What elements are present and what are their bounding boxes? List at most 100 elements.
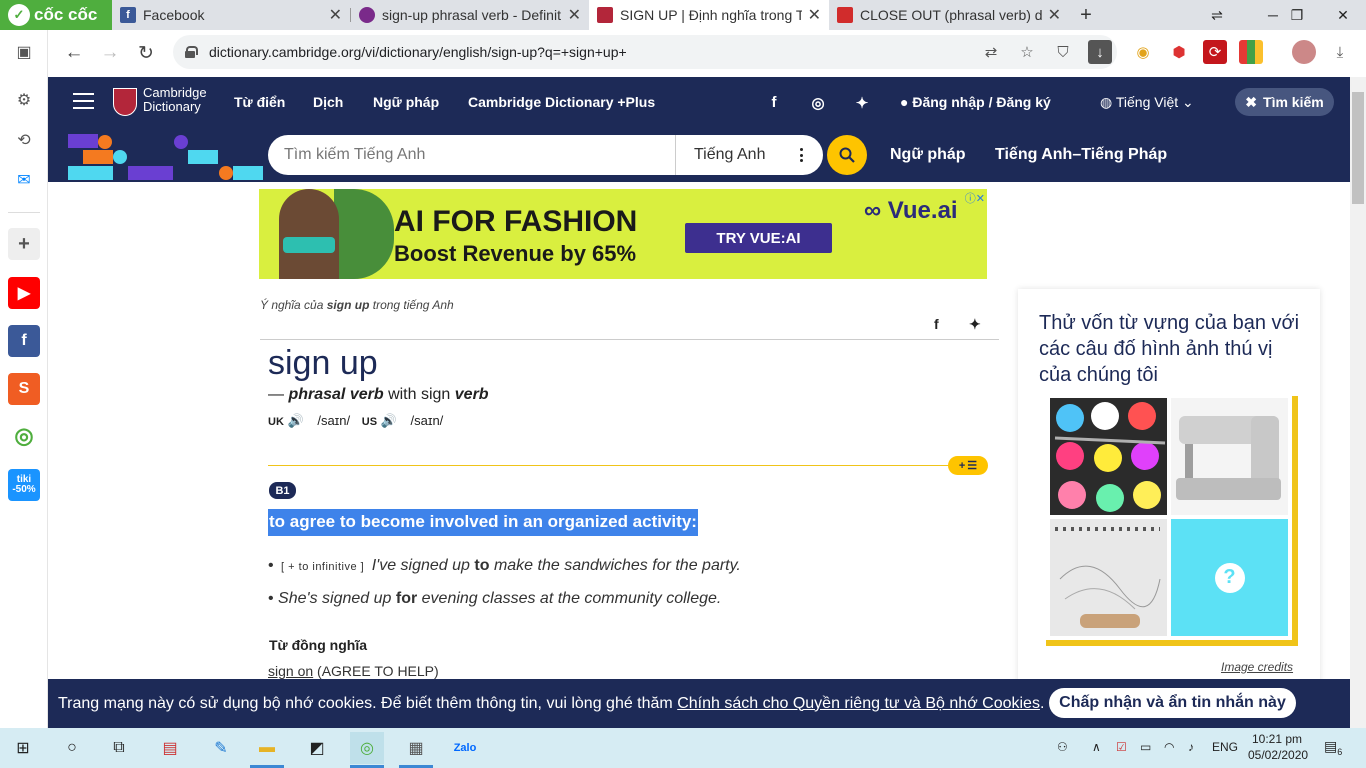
twitter-icon[interactable]: ✦ bbox=[853, 94, 871, 112]
nav-plus[interactable]: Cambridge Dictionary +Plus bbox=[468, 94, 655, 110]
close-tab-icon[interactable]: ✕ bbox=[808, 5, 821, 25]
taskbar-coccoc-icon[interactable]: ◎ bbox=[350, 732, 384, 764]
facebook-app-icon[interactable]: f bbox=[8, 325, 40, 357]
facebook-icon[interactable]: f bbox=[765, 94, 783, 111]
tray-chevron-icon[interactable]: ∧ bbox=[1092, 740, 1101, 754]
search-toggle-button[interactable]: ✖ Tìm kiếm bbox=[1235, 88, 1334, 116]
restore-icon[interactable]: ❐ bbox=[1274, 0, 1320, 30]
quiz-image-grid[interactable]: ? bbox=[1046, 394, 1292, 640]
breadcrumb-suffix: trong tiếng Anh bbox=[372, 298, 454, 312]
share-twitter-icon[interactable]: ✦ bbox=[969, 316, 981, 333]
quiz-title[interactable]: Thử vốn từ vựng của bạn với các câu đố h… bbox=[1039, 310, 1304, 388]
sidebar-toggle-icon[interactable]: ▣ bbox=[10, 38, 38, 66]
windows-start-icon[interactable]: ⊞ bbox=[6, 732, 40, 764]
accept-cookies-button[interactable]: Chấp nhận và ẩn tin nhắn này bbox=[1049, 688, 1296, 718]
advertisement-banner[interactable]: AI FOR FASHION Boost Revenue by 65% TRY … bbox=[259, 189, 987, 279]
share-facebook-icon[interactable]: f bbox=[934, 316, 939, 332]
dictionary-selector[interactable]: Tiếng Anh bbox=[675, 135, 823, 175]
ad-choices-icon[interactable]: ⓘ✕ bbox=[965, 190, 985, 206]
download-icon[interactable]: ↓ bbox=[1088, 40, 1112, 64]
coccoc-menu-button[interactable]: ✓ cốc cốc bbox=[0, 0, 112, 30]
tab-close-out[interactable]: CLOSE OUT (phrasal verb) def ✕ bbox=[829, 0, 1069, 30]
cambridge-favicon-icon bbox=[597, 7, 613, 23]
adblock-icon[interactable]: ⬢ bbox=[1167, 40, 1191, 64]
pos-label: phrasal verb bbox=[288, 386, 384, 403]
forward-icon[interactable]: → bbox=[95, 38, 125, 68]
taskbar-app-paint-icon[interactable]: ✎ bbox=[204, 732, 238, 764]
ad-cta-button[interactable]: TRY VUE:AI bbox=[685, 223, 832, 253]
back-icon[interactable]: ← bbox=[59, 38, 89, 68]
ad-swimsuit-graphic bbox=[283, 237, 335, 253]
nav-dictionary[interactable]: Từ điển bbox=[234, 94, 285, 110]
file-explorer-icon[interactable]: ▬ bbox=[250, 732, 284, 764]
task-view-icon[interactable]: ⧉ bbox=[102, 732, 136, 764]
add-app-icon[interactable]: + bbox=[8, 228, 40, 260]
extension-red-icon[interactable]: ⟳ bbox=[1203, 40, 1227, 64]
messenger-icon[interactable]: ✉ bbox=[10, 166, 38, 194]
history-icon[interactable]: ⟲ bbox=[10, 126, 38, 154]
address-bar[interactable]: dictionary.cambridge.org/vi/dictionary/e… bbox=[173, 35, 1117, 69]
tab-sign-up-definition[interactable]: sign-up phrasal verb - Definit ✕ bbox=[351, 0, 589, 30]
add-to-wordlist-button[interactable]: + ☰ bbox=[948, 456, 988, 475]
facebook-favicon-icon: f bbox=[120, 7, 136, 23]
translate-icon[interactable]: ⇄ bbox=[979, 40, 1003, 64]
synonym-link[interactable]: sign on bbox=[268, 663, 313, 679]
volume-icon[interactable]: ♪ bbox=[1188, 740, 1194, 754]
uk-audio-icon[interactable]: 🔊 bbox=[288, 413, 304, 428]
login-link[interactable]: ● Đăng nhập / Đăng ký bbox=[900, 94, 1051, 110]
quiz-image-paints[interactable] bbox=[1050, 398, 1167, 515]
quiz-image-sewing-machine[interactable] bbox=[1171, 398, 1288, 515]
system-clock[interactable]: 10:21 pm 05/02/2020 bbox=[1248, 731, 1308, 763]
people-icon[interactable]: ⚇ bbox=[1057, 740, 1068, 754]
nav-grammar[interactable]: Ngữ pháp bbox=[373, 94, 439, 110]
quiz-image-sketchbook[interactable] bbox=[1050, 519, 1167, 636]
language-selector[interactable]: ◍ Tiếng Việt ⌄ bbox=[1100, 94, 1194, 111]
antivirus-icon[interactable]: ☑ bbox=[1116, 740, 1127, 754]
battery-icon[interactable]: ▭ bbox=[1140, 740, 1151, 754]
taskbar-app-gallery-icon[interactable]: ▦ bbox=[399, 732, 433, 764]
bookmark-star-icon[interactable]: ☆ bbox=[1015, 40, 1039, 64]
cambridge-crest-logo[interactable] bbox=[113, 88, 137, 116]
settings-icon[interactable]: ⚙ bbox=[10, 86, 38, 114]
tab-facebook[interactable]: f Facebook ✕ bbox=[112, 0, 350, 30]
search-button[interactable] bbox=[827, 135, 867, 175]
band-link-grammar[interactable]: Ngữ pháp bbox=[890, 146, 966, 164]
reload-icon[interactable]: ↻ bbox=[131, 38, 161, 68]
sidebar-divider bbox=[8, 212, 40, 213]
window-close-icon[interactable]: ✕ bbox=[1320, 0, 1366, 30]
downloads-icon[interactable]: ⤓ bbox=[1328, 40, 1352, 64]
tiki-icon[interactable]: tiki -50% bbox=[8, 469, 40, 501]
notification-center-icon[interactable]: ▤6 bbox=[1324, 738, 1342, 757]
scrollbar-thumb[interactable] bbox=[1352, 92, 1364, 204]
coccoc-app-icon[interactable]: ◎ bbox=[8, 420, 40, 452]
quiz-image-mystery[interactable]: ? bbox=[1171, 519, 1288, 636]
nav-translate[interactable]: Dịch bbox=[313, 94, 343, 110]
wifi-icon[interactable]: ◠ bbox=[1164, 740, 1174, 754]
extension-color-icon[interactable] bbox=[1239, 40, 1263, 64]
tab-search-icon[interactable]: ⇌ bbox=[1194, 0, 1240, 30]
definition-text: to agree to become involved in an organi… bbox=[268, 509, 698, 536]
chrome-extension-icon[interactable]: ◉ bbox=[1131, 40, 1155, 64]
youtube-icon[interactable]: ▶ bbox=[8, 277, 40, 309]
site-logo-text[interactable]: Cambridge Dictionary bbox=[143, 86, 207, 114]
taskbar-app-sticky-icon[interactable]: ◩ bbox=[300, 732, 334, 764]
tab-sign-up-cambridge[interactable]: SIGN UP | Định nghĩa trong T ✕ bbox=[589, 0, 829, 30]
profile-avatar[interactable] bbox=[1292, 40, 1316, 64]
shield-icon[interactable]: ⛉ bbox=[1051, 40, 1075, 64]
close-tab-icon[interactable]: ✕ bbox=[568, 5, 581, 25]
menu-hamburger-icon[interactable] bbox=[73, 93, 94, 109]
shopee-icon[interactable]: S bbox=[8, 373, 40, 405]
close-tab-icon[interactable]: ✕ bbox=[1048, 5, 1061, 25]
cookie-policy-link[interactable]: Chính sách cho Quyền riêng tư và Bộ nhớ … bbox=[677, 695, 1040, 713]
new-tab-button[interactable]: + bbox=[1072, 0, 1100, 30]
zalo-icon[interactable]: Zalo bbox=[448, 732, 482, 764]
us-audio-icon[interactable]: 🔊 bbox=[381, 413, 397, 428]
cortana-search-icon[interactable]: ○ bbox=[55, 732, 89, 764]
image-credits-link[interactable]: Image credits bbox=[1221, 660, 1293, 674]
input-language[interactable]: ENG bbox=[1212, 740, 1238, 754]
search-input[interactable] bbox=[268, 146, 673, 164]
band-link-english-french[interactable]: Tiếng Anh–Tiếng Pháp bbox=[995, 146, 1167, 164]
close-tab-icon[interactable]: ✕ bbox=[329, 5, 342, 25]
taskbar-app-presentation-icon[interactable]: ▤ bbox=[153, 732, 187, 764]
instagram-icon[interactable]: ◎ bbox=[809, 94, 827, 112]
